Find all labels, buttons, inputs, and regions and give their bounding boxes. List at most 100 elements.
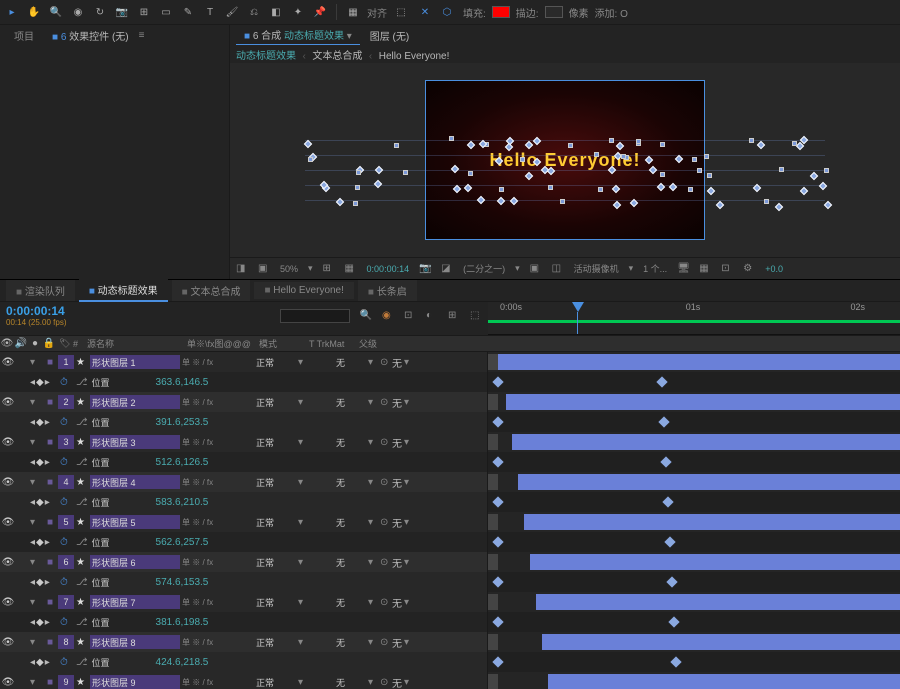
twirl-icon[interactable]: ▾ xyxy=(30,637,42,648)
twirl-icon[interactable]: ▾ xyxy=(30,437,42,448)
dropdown-icon[interactable]: ▾ xyxy=(298,437,308,448)
stopwatch-icon[interactable]: ⏱ xyxy=(60,377,72,388)
property-value[interactable]: 391.6,253.5 xyxy=(156,417,209,428)
tab-dropdown-icon[interactable]: ▾ xyxy=(347,31,352,42)
dropdown-icon[interactable]: ▾ xyxy=(298,677,308,688)
label-color[interactable]: ■ xyxy=(44,477,56,488)
keyframe-icon[interactable] xyxy=(492,616,503,627)
layer-track[interactable] xyxy=(488,472,900,492)
dropdown-icon[interactable]: ▾ xyxy=(368,637,378,648)
property-track[interactable] xyxy=(488,492,900,512)
stopwatch-icon[interactable]: ⏱ xyxy=(60,537,72,548)
property-track[interactable] xyxy=(488,412,900,432)
motion-path-keyframe[interactable] xyxy=(800,187,808,195)
dropdown-icon[interactable]: ▾ xyxy=(404,517,414,528)
grid-icon[interactable]: ▦ xyxy=(345,263,357,275)
parent-dropdown[interactable]: 无 xyxy=(392,555,402,570)
time-ruler[interactable]: 0:00s 01s 02s xyxy=(488,302,900,335)
tlopt2-icon[interactable]: ⊡ xyxy=(404,310,416,322)
align-toggle-icon[interactable]: ⬚ xyxy=(393,4,409,20)
property-value[interactable]: 424.6,218.5 xyxy=(156,657,209,668)
layer-name[interactable]: 形状图层 9 xyxy=(90,675,180,689)
twirl-icon[interactable]: ▾ xyxy=(30,557,42,568)
dropdown-icon[interactable]: ▾ xyxy=(298,637,308,648)
dropdown-icon[interactable]: ▾ xyxy=(298,357,308,368)
stopwatch-icon[interactable]: ⏱ xyxy=(60,417,72,428)
tlopt4-icon[interactable]: ⊞ xyxy=(448,310,460,322)
motion-path-keyframe[interactable] xyxy=(704,154,709,159)
layer-switches[interactable]: 单 ※ / fx xyxy=(182,557,252,568)
stopwatch-icon[interactable]: ⏱ xyxy=(60,497,72,508)
motion-path-keyframe[interactable] xyxy=(660,142,665,147)
motion-path-keyframe[interactable] xyxy=(757,141,765,149)
parent-dropdown[interactable]: 无 xyxy=(392,435,402,450)
blend-mode-dropdown[interactable]: 正常 xyxy=(254,356,296,369)
clone-tool-icon[interactable]: ⎌ xyxy=(246,4,262,20)
visibility-toggle[interactable]: 👁 xyxy=(2,437,14,448)
layer-track[interactable] xyxy=(488,512,900,532)
property-value[interactable]: 381.6,198.5 xyxy=(156,617,209,628)
parent-dropdown[interactable]: 无 xyxy=(392,635,402,650)
keyframe-icon[interactable] xyxy=(492,496,503,507)
trkmat-value[interactable]: 无 xyxy=(336,436,366,449)
timeline-timecode[interactable]: 0:00:00:14 xyxy=(6,304,66,318)
tlopt1-icon[interactable]: ◉ xyxy=(382,310,394,322)
eraser-tool-icon[interactable]: ◧ xyxy=(268,4,284,20)
dropdown-icon[interactable]: ▾ xyxy=(368,557,378,568)
pickwhip-icon[interactable]: ⊙ xyxy=(380,397,390,408)
trkmat-value[interactable]: 无 xyxy=(336,356,366,369)
trkmat-col-header[interactable]: T TrkMat xyxy=(306,339,356,349)
twirl-icon[interactable]: ▾ xyxy=(30,397,42,408)
tlopt5-icon[interactable]: ⬚ xyxy=(470,310,482,322)
property-track[interactable] xyxy=(488,612,900,632)
exposure-value[interactable]: +0.0 xyxy=(765,264,783,274)
label-color[interactable]: ■ xyxy=(44,597,56,608)
dropdown-icon[interactable]: ▾ xyxy=(368,597,378,608)
pickwhip-icon[interactable]: ⊙ xyxy=(380,517,390,528)
layer-track[interactable] xyxy=(488,552,900,572)
dropdown-icon[interactable]: ▾ xyxy=(404,477,414,488)
camera-dropdown[interactable]: 活动摄像机 xyxy=(574,262,619,275)
blend-mode-dropdown[interactable]: 正常 xyxy=(254,516,296,529)
motion-path-keyframe[interactable] xyxy=(594,152,599,157)
stopwatch-icon[interactable]: ⏱ xyxy=(60,657,72,668)
motion-path-keyframe[interactable] xyxy=(468,171,473,176)
layer-name[interactable]: 形状图层 6 xyxy=(90,555,180,569)
motion-path-keyframe[interactable] xyxy=(810,172,818,180)
parent-dropdown[interactable]: 无 xyxy=(392,675,402,689)
timeline-tab[interactable]: ■ 动态标题效果 xyxy=(79,279,168,302)
visibility-toggle[interactable]: 👁 xyxy=(2,397,14,408)
motion-path-keyframe[interactable] xyxy=(716,201,724,209)
dropdown-icon[interactable]: ▾ xyxy=(404,557,414,568)
vopt1-icon[interactable]: 🖥 xyxy=(677,263,689,275)
twirl-icon[interactable]: ▾ xyxy=(30,677,42,688)
effects-tab[interactable]: ■ 6 效果控件 (无) xyxy=(44,26,137,45)
keyframe-icon[interactable] xyxy=(664,536,675,547)
motion-path-keyframe[interactable] xyxy=(548,185,553,190)
res-icon[interactable]: ⊞ xyxy=(323,263,335,275)
dropdown-icon[interactable]: ▾ xyxy=(404,677,414,688)
stopwatch-icon[interactable]: ⏱ xyxy=(60,617,72,628)
stopwatch-icon[interactable]: ⏱ xyxy=(60,457,72,468)
property-value[interactable]: 363.6,146.5 xyxy=(156,377,209,388)
dropdown-icon[interactable]: ▾ xyxy=(298,477,308,488)
keyframe-nav[interactable]: ◂◆▸ xyxy=(30,657,56,668)
parent-col-header[interactable]: 父级 xyxy=(356,337,380,350)
camera-tool-icon[interactable]: 📷 xyxy=(114,4,130,20)
name-col-header[interactable]: 源名称 xyxy=(84,337,184,350)
views-dropdown[interactable]: 1 个... xyxy=(643,262,667,275)
orbit-tool-icon[interactable]: ◉ xyxy=(70,4,86,20)
alpha-icon[interactable]: ◨ xyxy=(236,263,248,275)
property-value[interactable]: 512.6,126.5 xyxy=(156,457,209,468)
pickwhip-icon[interactable]: ⊙ xyxy=(380,437,390,448)
dropdown-icon[interactable]: ▾ xyxy=(404,397,414,408)
puppet-tool-icon[interactable]: 📌 xyxy=(312,4,328,20)
pickwhip-icon[interactable]: ⊙ xyxy=(380,477,390,488)
keyframe-icon[interactable] xyxy=(666,576,677,587)
resolution-dropdown[interactable]: (二分之一) xyxy=(463,262,505,275)
trkmat-value[interactable]: 无 xyxy=(336,476,366,489)
dropdown-icon[interactable]: ▾ xyxy=(298,397,308,408)
dropdown-icon[interactable]: ▾ xyxy=(368,677,378,688)
dropdown-icon[interactable]: ▾ xyxy=(404,437,414,448)
parent-dropdown[interactable]: 无 xyxy=(392,355,402,370)
